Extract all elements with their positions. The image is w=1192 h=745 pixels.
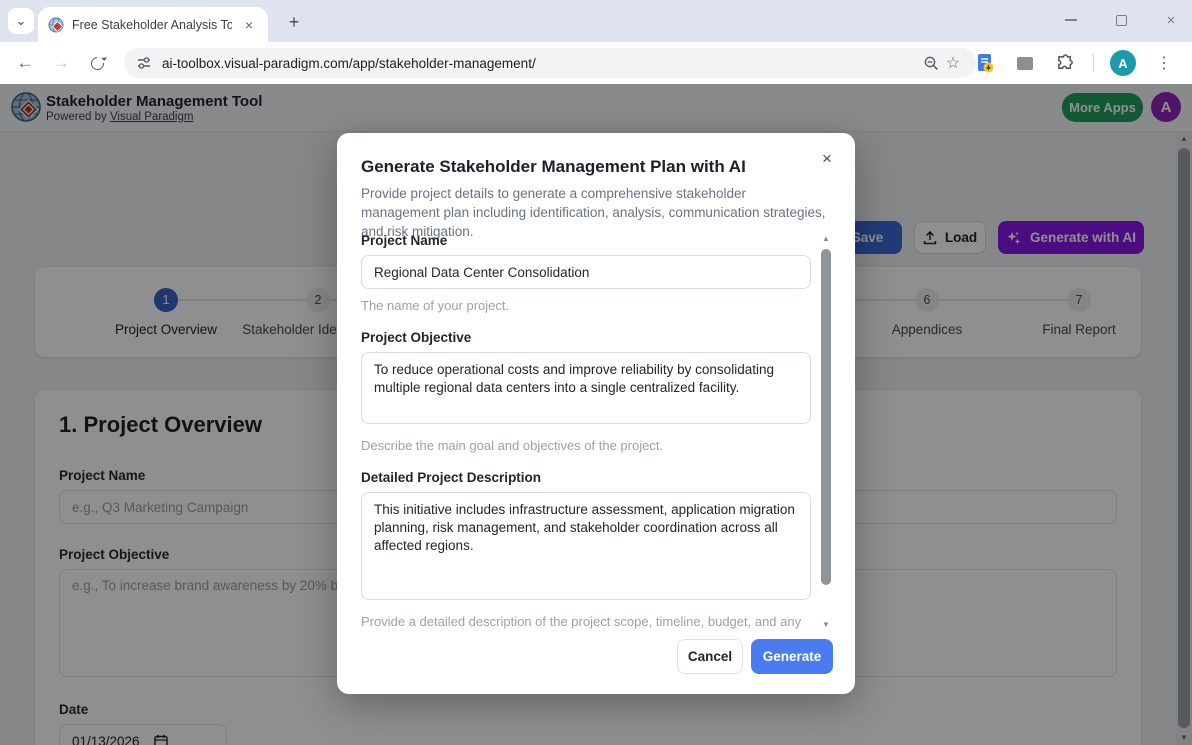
generate-plan-modal: × Generate Stakeholder Management Plan w… (337, 133, 855, 694)
modal-project-name-input[interactable] (361, 255, 811, 289)
extensions-area: A ⋮ (973, 48, 1176, 78)
minimize-icon (1065, 19, 1077, 21)
extensions-puzzle-icon[interactable] (1053, 51, 1077, 75)
reload-icon (88, 54, 106, 72)
modal-form-body: Project Name The name of your project. P… (361, 233, 811, 631)
modal-project-objective-textarea[interactable]: To reduce operational costs and improve … (361, 352, 811, 424)
browser-profile-avatar[interactable]: A (1110, 50, 1136, 76)
favicon-icon (48, 17, 64, 33)
modal-detailed-description-label: Detailed Project Description (361, 470, 811, 485)
back-button[interactable]: ← (10, 48, 40, 78)
modal-detailed-description-help: Provide a detailed description of the pr… (361, 613, 811, 631)
generate-button[interactable]: Generate (751, 639, 833, 674)
tune-icon[interactable] (136, 55, 152, 71)
modal-detailed-description-textarea[interactable]: This initiative includes infrastructure … (361, 492, 811, 600)
browser-menu-icon[interactable]: ⋮ (1152, 51, 1176, 75)
close-window-button[interactable]: × (1160, 9, 1182, 31)
modal-project-name-label: Project Name (361, 233, 811, 248)
modal-project-name-help: The name of your project. (361, 297, 811, 315)
tab-close-icon[interactable]: × (240, 16, 258, 34)
forward-icon: → (53, 53, 70, 73)
modal-scrollbar-thumb[interactable] (821, 249, 831, 585)
address-bar[interactable]: ai-toolbox.visual-paradigm.com/app/stake… (124, 48, 976, 78)
browser-window: ⌄ Free Stakeholder Analysis Tool | × + ×… (0, 0, 1192, 745)
tab-title: Free Stakeholder Analysis Tool | (72, 18, 232, 32)
zoom-out-icon[interactable] (920, 52, 942, 74)
toolbar-separator (1093, 54, 1094, 72)
minimize-button[interactable] (1060, 9, 1082, 31)
window-controls: × (1060, 6, 1182, 34)
comment-icon (1017, 57, 1033, 70)
browser-toolbar: ← → ai-toolbox.visual-paradigm.com/app/s… (0, 42, 1192, 84)
forward-button[interactable]: → (46, 48, 76, 78)
close-icon: × (1167, 12, 1176, 29)
url-text[interactable]: ai-toolbox.visual-paradigm.com/app/stake… (162, 56, 920, 71)
modal-project-objective-help: Describe the main goal and objectives of… (361, 437, 811, 455)
modal-scroll-down-icon[interactable]: ▼ (819, 619, 833, 631)
chevron-down-icon: ⌄ (16, 13, 27, 29)
browser-tab[interactable]: Free Stakeholder Analysis Tool | × (38, 7, 268, 42)
tab-strip: ⌄ Free Stakeholder Analysis Tool | × + × (0, 0, 1192, 42)
modal-project-objective-label: Project Objective (361, 330, 811, 345)
modal-close-icon[interactable]: × (815, 147, 839, 171)
maximize-icon (1116, 15, 1127, 26)
modal-footer: Cancel Generate (677, 639, 833, 674)
bookmark-star-icon[interactable]: ☆ (942, 52, 964, 74)
tab-search-button[interactable]: ⌄ (8, 8, 34, 34)
new-tab-button[interactable]: + (282, 10, 306, 34)
maximize-button[interactable] (1110, 9, 1132, 31)
docs-extension-icon[interactable] (973, 51, 997, 75)
feedback-extension-icon[interactable] (1013, 51, 1037, 75)
cancel-button[interactable]: Cancel (677, 639, 743, 674)
back-icon: ← (17, 53, 34, 73)
modal-scroll-up-icon[interactable]: ▲ (819, 233, 833, 245)
reload-button[interactable] (82, 48, 112, 78)
modal-title: Generate Stakeholder Management Plan wit… (361, 157, 746, 177)
modal-scrollbar[interactable]: ▲ ▼ (819, 233, 833, 631)
